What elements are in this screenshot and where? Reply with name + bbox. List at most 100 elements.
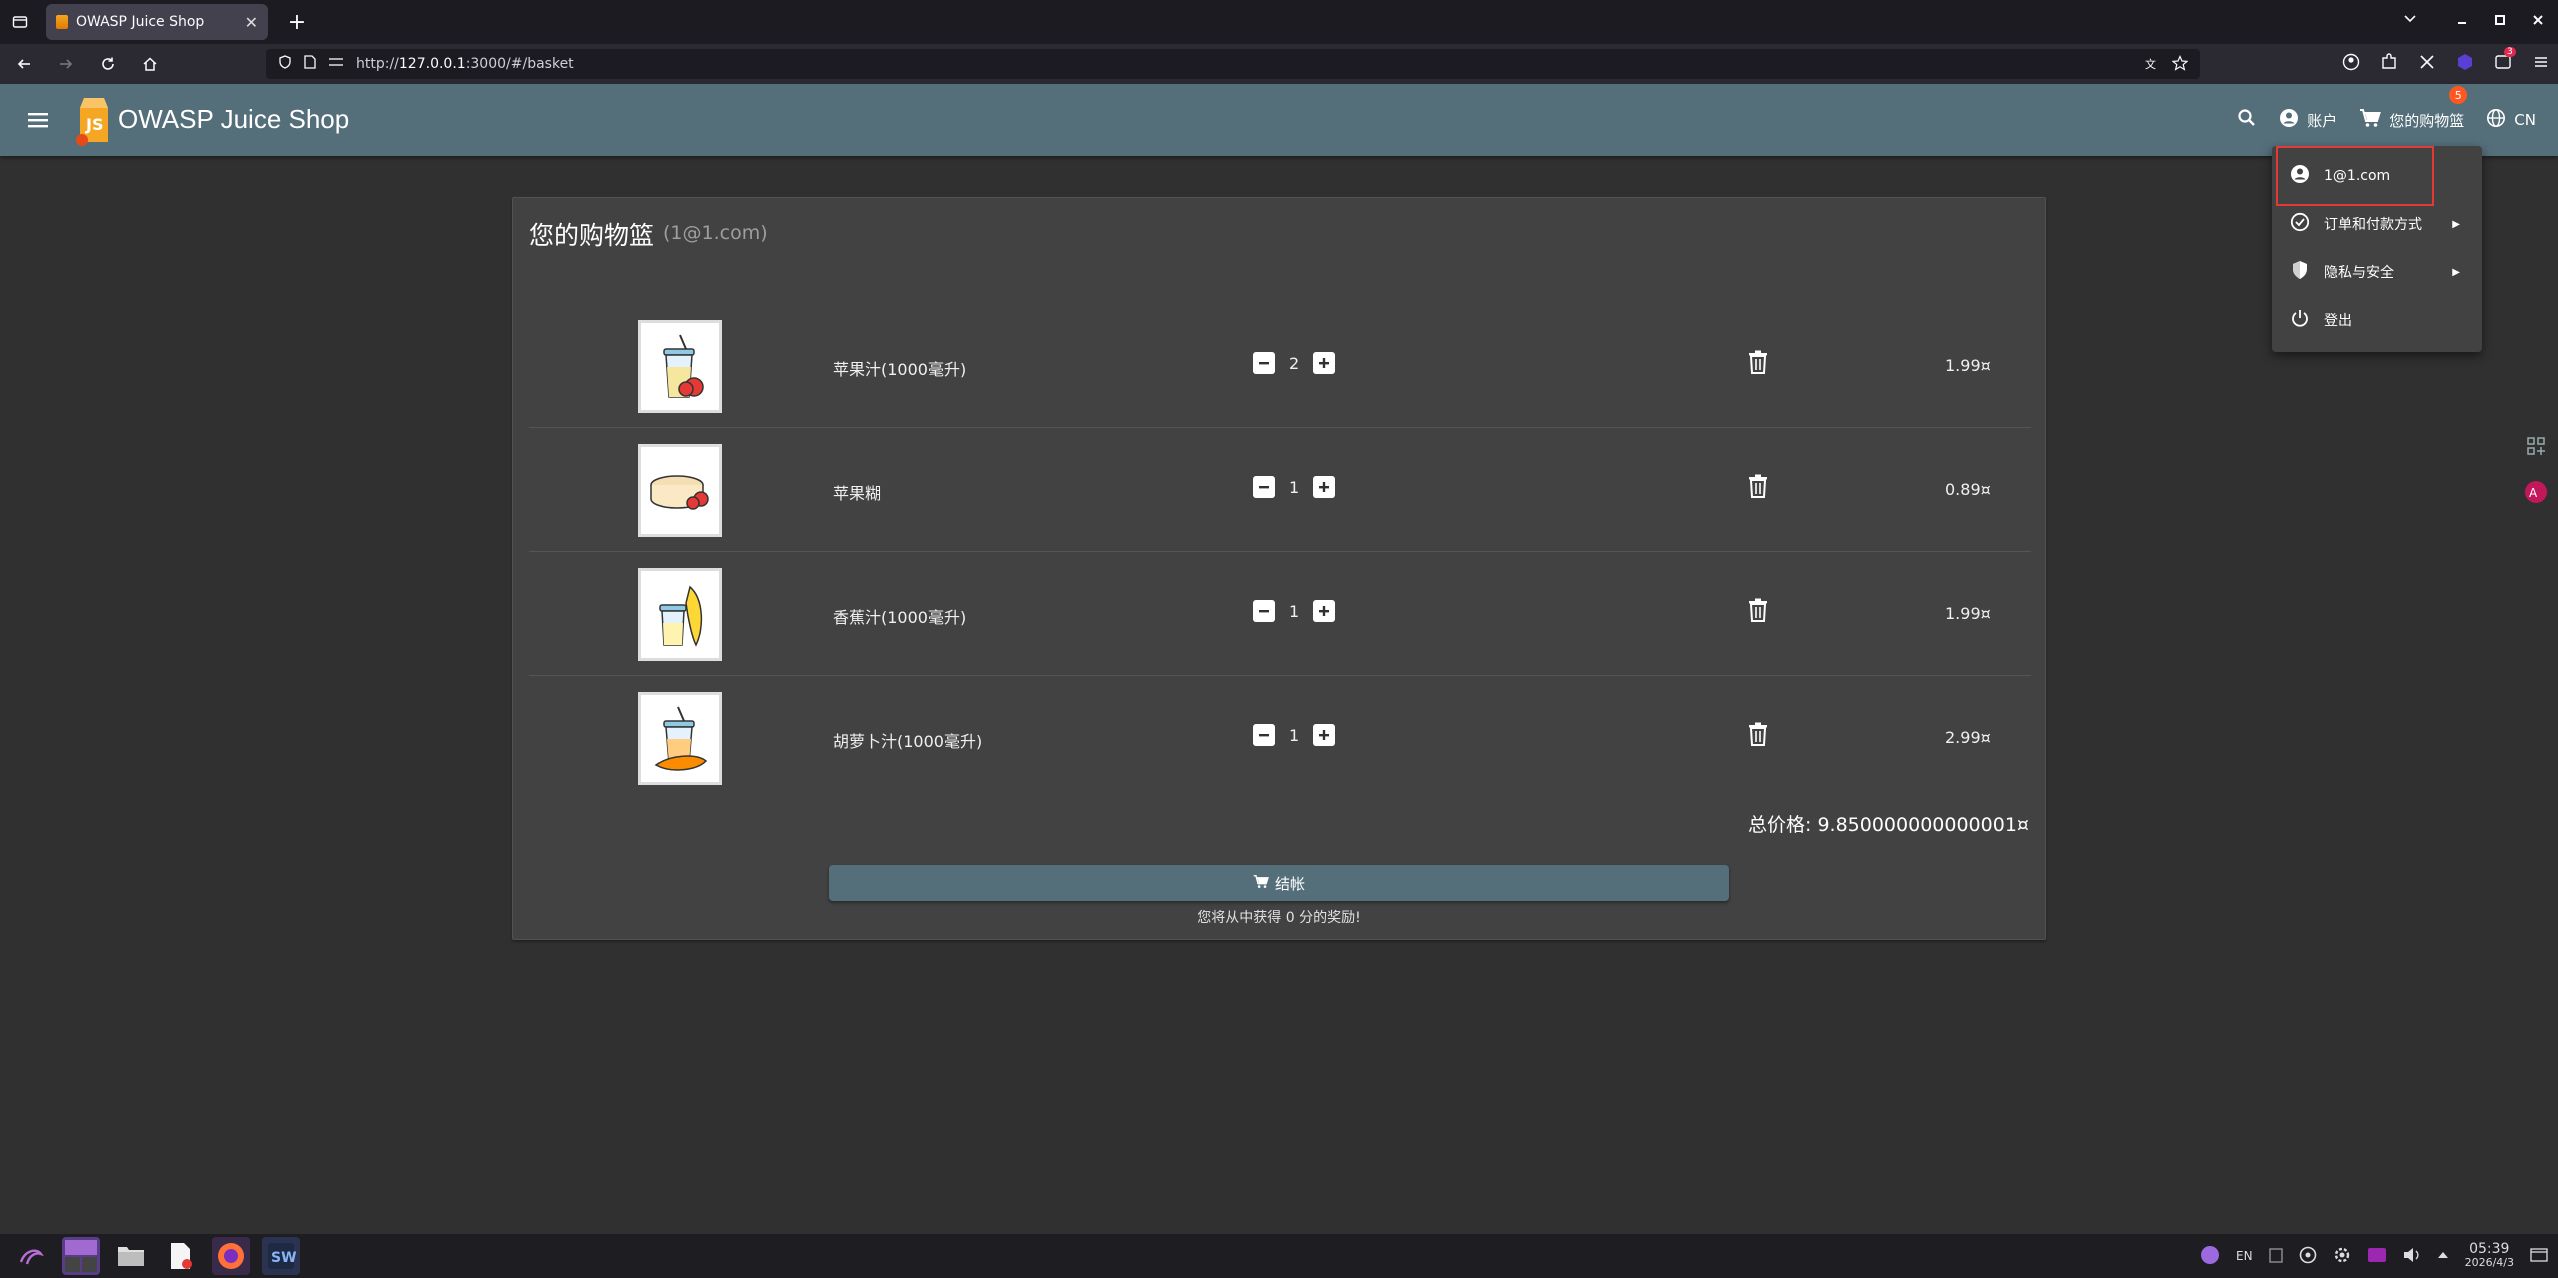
decrease-quantity-button[interactable] bbox=[1253, 352, 1275, 374]
page-icon[interactable] bbox=[304, 55, 316, 73]
clock[interactable]: 05:39 2026/4/3 bbox=[2465, 1242, 2514, 1270]
increase-quantity-button[interactable] bbox=[1313, 724, 1335, 746]
burp-suite-icon[interactable]: SW bbox=[262, 1237, 300, 1275]
text-editor-icon[interactable] bbox=[162, 1237, 200, 1275]
bookmark-star-icon[interactable] bbox=[2171, 55, 2189, 75]
basket-button[interactable]: 您的购物篮 5 bbox=[2359, 86, 2468, 132]
kali-menu-icon[interactable] bbox=[12, 1237, 50, 1275]
product-price: 2.99¤ bbox=[1945, 728, 1991, 747]
checkout-button[interactable]: 结帐 bbox=[829, 865, 1729, 901]
close-window-icon[interactable] bbox=[2532, 14, 2544, 30]
shield-icon[interactable] bbox=[278, 55, 292, 73]
app-title[interactable]: OWASP Juice Shop bbox=[118, 104, 349, 135]
shopping-cart-icon bbox=[1253, 874, 1269, 893]
menu-item-privacy-security[interactable]: 隐私与安全 ▶ bbox=[2272, 248, 2482, 296]
trash-icon bbox=[1748, 598, 1768, 626]
menu-item-orders-payment[interactable]: 订单和付款方式 ▶ bbox=[2272, 200, 2482, 248]
workspace-switcher-icon[interactable] bbox=[62, 1237, 100, 1275]
volume-icon[interactable] bbox=[2403, 1247, 2421, 1266]
account-button[interactable]: 账户 bbox=[2279, 108, 2337, 132]
permissions-icon[interactable] bbox=[328, 56, 344, 72]
cart-count-badge: 5 bbox=[2449, 86, 2468, 104]
clock-time: 05:39 bbox=[2469, 1241, 2510, 1257]
increase-quantity-button[interactable] bbox=[1313, 352, 1335, 374]
maximize-icon[interactable] bbox=[2494, 14, 2506, 30]
account-menu: 1@1.com 订单和付款方式 ▶ 隐私与安全 ▶ 登出 bbox=[2272, 146, 2482, 352]
shield-icon bbox=[2290, 260, 2310, 284]
language-button[interactable]: CN bbox=[2486, 108, 2536, 132]
clipboard-icon[interactable] bbox=[2268, 1247, 2283, 1266]
url-bar[interactable]: http://127.0.0.1:3000/#/basket 文 bbox=[266, 49, 2200, 79]
trash-icon bbox=[1748, 350, 1768, 378]
product-price: 1.99¤ bbox=[1945, 356, 1991, 375]
check-circle-icon bbox=[2290, 212, 2310, 236]
decrease-quantity-button[interactable] bbox=[1253, 724, 1275, 746]
banana-juice-icon bbox=[638, 568, 722, 661]
sidenav-menu-icon[interactable] bbox=[22, 106, 54, 134]
extension-badge-icon[interactable]: 3 bbox=[2494, 47, 2516, 75]
quantity-value: 1 bbox=[1289, 725, 1300, 745]
product-price: 1.99¤ bbox=[1945, 604, 1991, 623]
extensions-puzzle-icon[interactable] bbox=[2380, 53, 2398, 75]
basket-row: 苹果糊 1 0.89¤ bbox=[529, 428, 2031, 552]
quantity-stepper: 2 bbox=[1253, 352, 1335, 374]
arrow-right-icon: ▶ bbox=[2452, 218, 2460, 230]
quantity-value: 1 bbox=[1289, 601, 1300, 621]
decrease-quantity-button[interactable] bbox=[1253, 476, 1275, 498]
minimize-icon[interactable] bbox=[2456, 14, 2468, 30]
account-label: 账户 bbox=[2307, 111, 2338, 130]
basket-row: 香蕉汁(1000毫升) 1 1.99¤ bbox=[529, 552, 2031, 676]
tray-expand-icon[interactable] bbox=[2437, 1249, 2449, 1263]
increase-quantity-button[interactable] bbox=[1313, 476, 1335, 498]
translate-icon[interactable]: 文 bbox=[2144, 56, 2160, 76]
trash-icon bbox=[1748, 722, 1768, 750]
show-desktop-icon[interactable] bbox=[2530, 1247, 2548, 1265]
delete-item-button[interactable] bbox=[1745, 597, 1771, 627]
quantity-stepper: 1 bbox=[1253, 600, 1335, 622]
product-name: 香蕉汁(1000毫升) bbox=[833, 608, 967, 627]
new-tab-icon[interactable]: + bbox=[282, 10, 312, 35]
increase-quantity-button[interactable] bbox=[1313, 600, 1335, 622]
hamburger-menu-icon[interactable] bbox=[2532, 53, 2550, 75]
side-grid-icon[interactable] bbox=[2522, 432, 2550, 460]
delete-item-button[interactable] bbox=[1745, 473, 1771, 503]
side-translate-icon[interactable]: A bbox=[2522, 478, 2550, 506]
chevron-down-icon[interactable] bbox=[2402, 10, 2418, 30]
close-tab-icon[interactable]: ✕ bbox=[245, 13, 258, 32]
total-value: 9.850000000000001¤ bbox=[1817, 814, 2029, 836]
notification-icon[interactable] bbox=[2367, 1247, 2387, 1266]
search-button[interactable] bbox=[2237, 108, 2257, 132]
juice-shop-logo[interactable]: JS bbox=[72, 94, 116, 148]
file-manager-icon[interactable] bbox=[112, 1237, 150, 1275]
apple-juice-icon bbox=[638, 320, 722, 413]
settings-gear-icon[interactable] bbox=[2333, 1246, 2351, 1267]
quantity-value: 1 bbox=[1289, 477, 1300, 497]
browser-tab[interactable]: OWASP Juice Shop ✕ bbox=[46, 4, 268, 40]
delete-item-button[interactable] bbox=[1745, 349, 1771, 379]
back-icon[interactable] bbox=[6, 46, 42, 82]
browser-toolbar-right: 3 bbox=[2342, 44, 2550, 84]
firefox-icon[interactable] bbox=[212, 1237, 250, 1275]
forward-icon[interactable] bbox=[48, 46, 84, 82]
network-icon[interactable] bbox=[2299, 1246, 2317, 1267]
bonus-points-text: 您将从中获得 0 分的奖励! bbox=[1197, 910, 1361, 926]
account-circle-icon[interactable] bbox=[2342, 53, 2360, 75]
menu-item-profile[interactable]: 1@1.com bbox=[2272, 152, 2482, 200]
tools-icon[interactable] bbox=[2418, 53, 2436, 75]
extension-hexagon-icon[interactable] bbox=[2456, 53, 2474, 75]
product-name: 苹果汁(1000毫升) bbox=[833, 360, 967, 379]
reload-icon[interactable] bbox=[90, 46, 126, 82]
menu-item-logout[interactable]: 登出 bbox=[2272, 296, 2482, 344]
juice-shop-favicon-icon bbox=[56, 15, 68, 29]
carrot-juice-icon bbox=[638, 692, 722, 785]
tray-app-icon[interactable] bbox=[2200, 1245, 2220, 1268]
delete-item-button[interactable] bbox=[1745, 721, 1771, 751]
svg-text:A: A bbox=[2529, 486, 2538, 500]
product-name: 苹果糊 bbox=[833, 484, 882, 503]
keyboard-layout[interactable]: EN bbox=[2236, 1249, 2253, 1263]
home-icon[interactable] bbox=[132, 46, 168, 82]
tab-list-icon[interactable] bbox=[0, 0, 40, 44]
decrease-quantity-button[interactable] bbox=[1253, 600, 1275, 622]
url-text[interactable]: http://127.0.0.1:3000/#/basket bbox=[356, 56, 574, 72]
language-label: CN bbox=[2514, 111, 2536, 129]
